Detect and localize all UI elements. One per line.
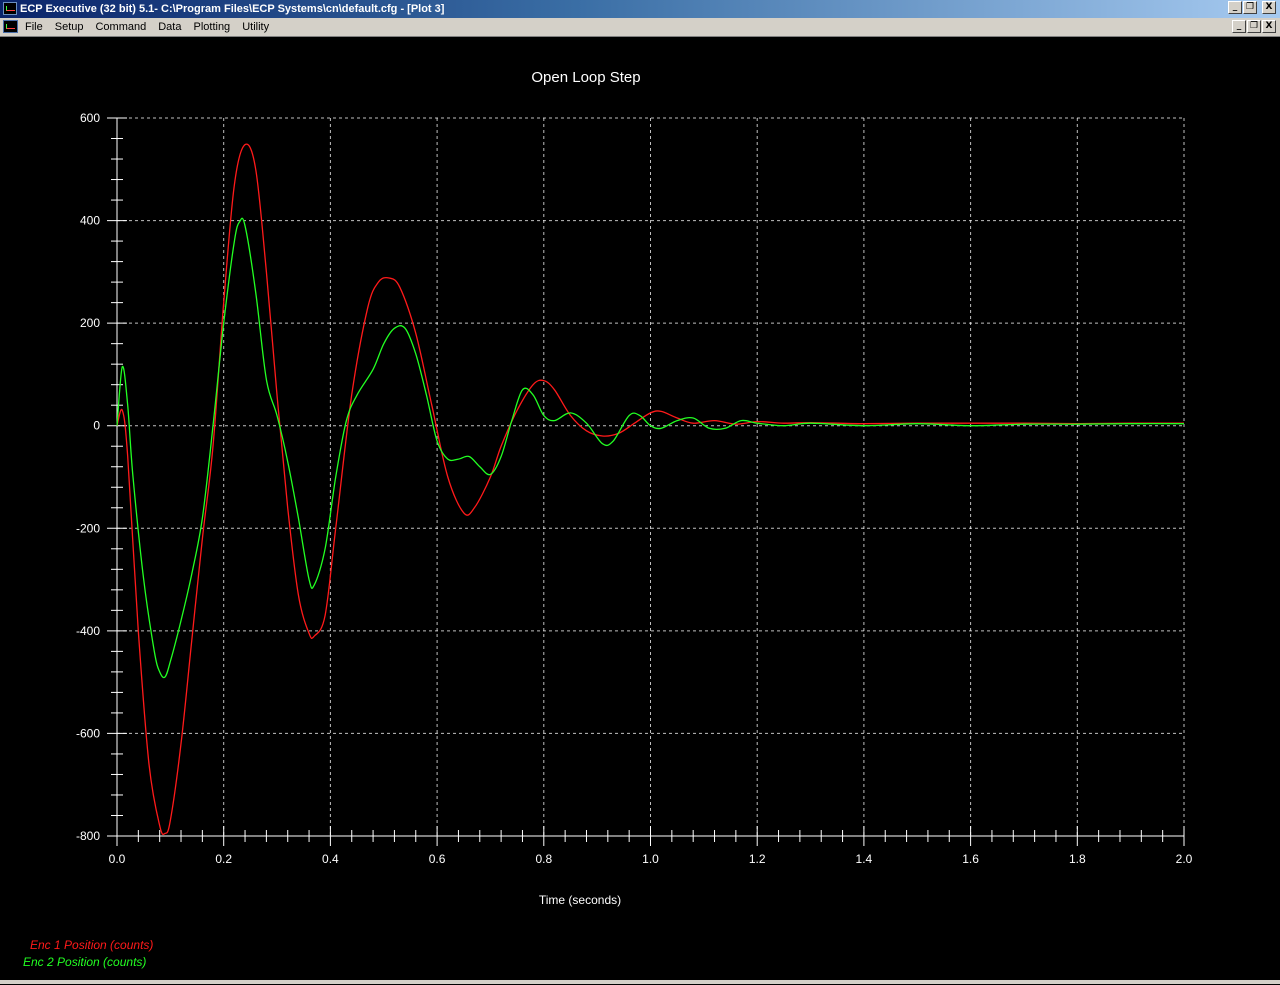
window-title: ECP Executive (32 bit) 5.1- C:\Program F…	[20, 3, 445, 15]
x-tick-label: 1.0	[642, 852, 659, 866]
document-window-controls: _ ❐ X	[1232, 20, 1276, 33]
x-tick-label: 1.4	[856, 852, 873, 866]
x-tick-label: 0.0	[109, 852, 126, 866]
doc-minimize-button[interactable]: _	[1232, 20, 1246, 33]
minimize-button[interactable]: _	[1228, 1, 1242, 14]
document-icon[interactable]	[3, 20, 18, 33]
menu-utility[interactable]: Utility	[242, 18, 275, 37]
status-strip	[0, 980, 1280, 984]
menu-setup[interactable]: Setup	[55, 18, 90, 37]
legend-enc2: Enc 2 Position (counts)	[23, 955, 146, 969]
y-tick-label: -600	[76, 726, 100, 740]
doc-close-button[interactable]: X	[1262, 20, 1276, 33]
menu-bar: File Setup Command Data Plotting Utility…	[0, 18, 1280, 37]
y-tick-label: 200	[80, 316, 100, 330]
y-tick-label: -200	[76, 521, 100, 535]
plot-area: Open Loop Step 600 400 200 0 -200 -400 -600 -80…	[0, 37, 1280, 980]
x-tick-label: 2.0	[1176, 852, 1193, 866]
y-tick-label: 0	[93, 419, 100, 433]
menu-file[interactable]: File	[25, 18, 49, 37]
close-button[interactable]: X	[1262, 1, 1276, 14]
app-icon[interactable]	[3, 2, 17, 15]
y-tick-label: 400	[80, 214, 100, 228]
y-tick-label: -400	[76, 624, 100, 638]
x-axis-label: Time (seconds)	[539, 893, 621, 907]
chart-axes: 600 400 200 0 -200 -400 -600 -800 0.0 0.2 0.4 0.6 0.…	[76, 111, 1193, 866]
x-tick-label: 0.2	[215, 852, 232, 866]
x-tick-label: 1.2	[749, 852, 766, 866]
doc-restore-button[interactable]: ❐	[1247, 20, 1261, 33]
x-tick-label: 1.8	[1069, 852, 1086, 866]
legend-enc1: Enc 1 Position (counts)	[30, 938, 153, 952]
menu-plotting[interactable]: Plotting	[193, 18, 236, 37]
x-tick-label: 0.6	[429, 852, 446, 866]
chart-grid	[117, 117, 1185, 836]
x-tick-label: 0.4	[322, 852, 339, 866]
y-tick-label: -800	[76, 829, 100, 843]
title-bar: ECP Executive (32 bit) 5.1- C:\Program F…	[0, 0, 1280, 18]
x-tick-label: 1.6	[962, 852, 979, 866]
x-tick-label: 0.8	[535, 852, 552, 866]
menu-command[interactable]: Command	[95, 18, 152, 37]
window-controls: _ ❐ X	[1228, 1, 1276, 14]
restore-button[interactable]: ❐	[1243, 1, 1257, 14]
open-loop-step-chart: Open Loop Step 600 400 200 0 -200 -400 -600 -80…	[23, 69, 1193, 969]
menu-data[interactable]: Data	[158, 18, 187, 37]
chart-title: Open Loop Step	[531, 69, 640, 86]
y-tick-label: 600	[80, 111, 100, 125]
